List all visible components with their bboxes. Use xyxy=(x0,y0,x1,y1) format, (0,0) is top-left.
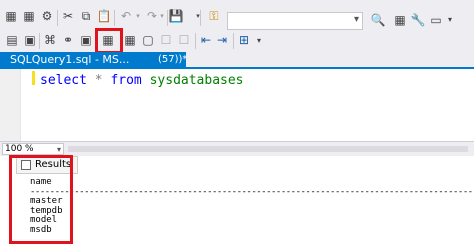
execute-xmla-icon[interactable]: ⚙ xyxy=(39,8,55,24)
chevron-down-icon[interactable]: ▾ xyxy=(354,14,359,25)
paste-icon[interactable]: 📋 xyxy=(96,8,112,24)
execute-mdx-icon[interactable]: ▦ xyxy=(3,8,19,24)
specify-values-icon[interactable]: ⊞ xyxy=(236,32,252,48)
uncomment-icon[interactable]: ☐ xyxy=(176,32,192,48)
redo-dropdown-icon[interactable]: ▾ xyxy=(158,10,166,22)
query-text[interactable]: select * from sysdatabases xyxy=(40,73,244,88)
result-row: model xyxy=(30,215,58,225)
document-tab-strip: SQLQuery1.sql - MS... (57))* xyxy=(0,52,474,69)
toolbar-divider xyxy=(195,33,196,49)
zoom-value: 100 % xyxy=(5,144,34,154)
highlight-results-to-grid-button xyxy=(95,28,123,54)
keyword-select: select xyxy=(40,73,87,88)
keyword-from: from xyxy=(110,73,142,88)
change-marker xyxy=(32,71,35,85)
column-header: name xyxy=(30,177,52,187)
query-options-icon[interactable]: ⚭ xyxy=(60,32,76,48)
parse-icon[interactable]: ▣ xyxy=(22,32,38,48)
database-icon[interactable]: ▤ xyxy=(4,32,20,48)
properties-icon[interactable]: ▦ xyxy=(393,12,407,28)
find-icon[interactable]: ⚿ xyxy=(206,8,222,24)
editor-gutter xyxy=(0,69,21,141)
toolbar-divider xyxy=(114,10,115,26)
save-icon[interactable]: 💾 xyxy=(168,8,184,24)
indent-icon[interactable]: ⇥ xyxy=(214,32,230,48)
tab-label-suffix: (57))* xyxy=(158,54,188,65)
display-plan-icon[interactable]: ⌘ xyxy=(42,32,58,48)
copy-icon[interactable]: ⧉ xyxy=(78,8,94,24)
toolbar-divider xyxy=(57,10,58,26)
console-icon[interactable]: ▭ xyxy=(429,12,443,28)
tab-label: SQLQuery1.sql - MS... xyxy=(10,53,130,66)
editor-status-bar: 100 % ▾ xyxy=(0,141,474,156)
zoom-select[interactable]: 100 % ▾ xyxy=(2,143,64,155)
result-row: master xyxy=(30,196,63,206)
column-separator: ----------------------------------------… xyxy=(30,187,474,197)
results-text: name -----------------------------------… xyxy=(30,177,474,235)
toolbar-divider xyxy=(39,33,40,49)
intellisense-icon[interactable]: ▣ xyxy=(78,32,94,48)
comment-icon[interactable]: ☐ xyxy=(158,32,174,48)
horizontal-scrollbar[interactable] xyxy=(68,146,468,152)
sql-editor-toolbar: ▤ ▣ ⌘ ⚭ ▣ ▦ ▦ ▢ ☐ ☐ ⇤ ⇥ ⊞ ▾ xyxy=(0,30,474,50)
undo-icon[interactable]: ↶ xyxy=(118,8,134,24)
overflow-icon[interactable]: ▾ xyxy=(254,34,264,48)
highlight-results xyxy=(9,155,73,244)
wrench-icon[interactable]: 🔧 xyxy=(411,12,426,28)
wildcard: * xyxy=(94,73,103,88)
main-toolbar: ▦ ▦ ⚙ ✂ ⧉ 📋 ↶ ▾ ↷ ▾ 💾 ▾ ⚿ ▾ 🔍 ▦ 🔧 ▭ ▾ xyxy=(0,0,474,30)
execute-dmx-icon[interactable]: ▦ xyxy=(21,8,37,24)
results-to-file-icon[interactable]: ▦ xyxy=(122,32,138,48)
dropdown-icon[interactable]: ▾ xyxy=(194,10,202,22)
query-editor[interactable]: select * from sysdatabases xyxy=(0,69,474,141)
outdent-icon[interactable]: ⇤ xyxy=(198,32,214,48)
overflow-icon[interactable]: ▾ xyxy=(445,12,455,28)
toolbar-divider xyxy=(233,33,234,49)
chevron-down-icon[interactable]: ▾ xyxy=(57,144,61,155)
search-icon[interactable]: 🔍 xyxy=(371,12,386,28)
result-row: tempdb xyxy=(30,205,63,216)
result-row: msdb xyxy=(30,224,52,235)
undo-dropdown-icon[interactable]: ▾ xyxy=(134,10,142,22)
find-combo[interactable]: ▾ xyxy=(227,12,363,30)
cut-icon[interactable]: ✂ xyxy=(60,8,76,24)
results-to-text-icon[interactable]: ▢ xyxy=(140,32,156,48)
table-name: sysdatabases xyxy=(149,73,244,88)
